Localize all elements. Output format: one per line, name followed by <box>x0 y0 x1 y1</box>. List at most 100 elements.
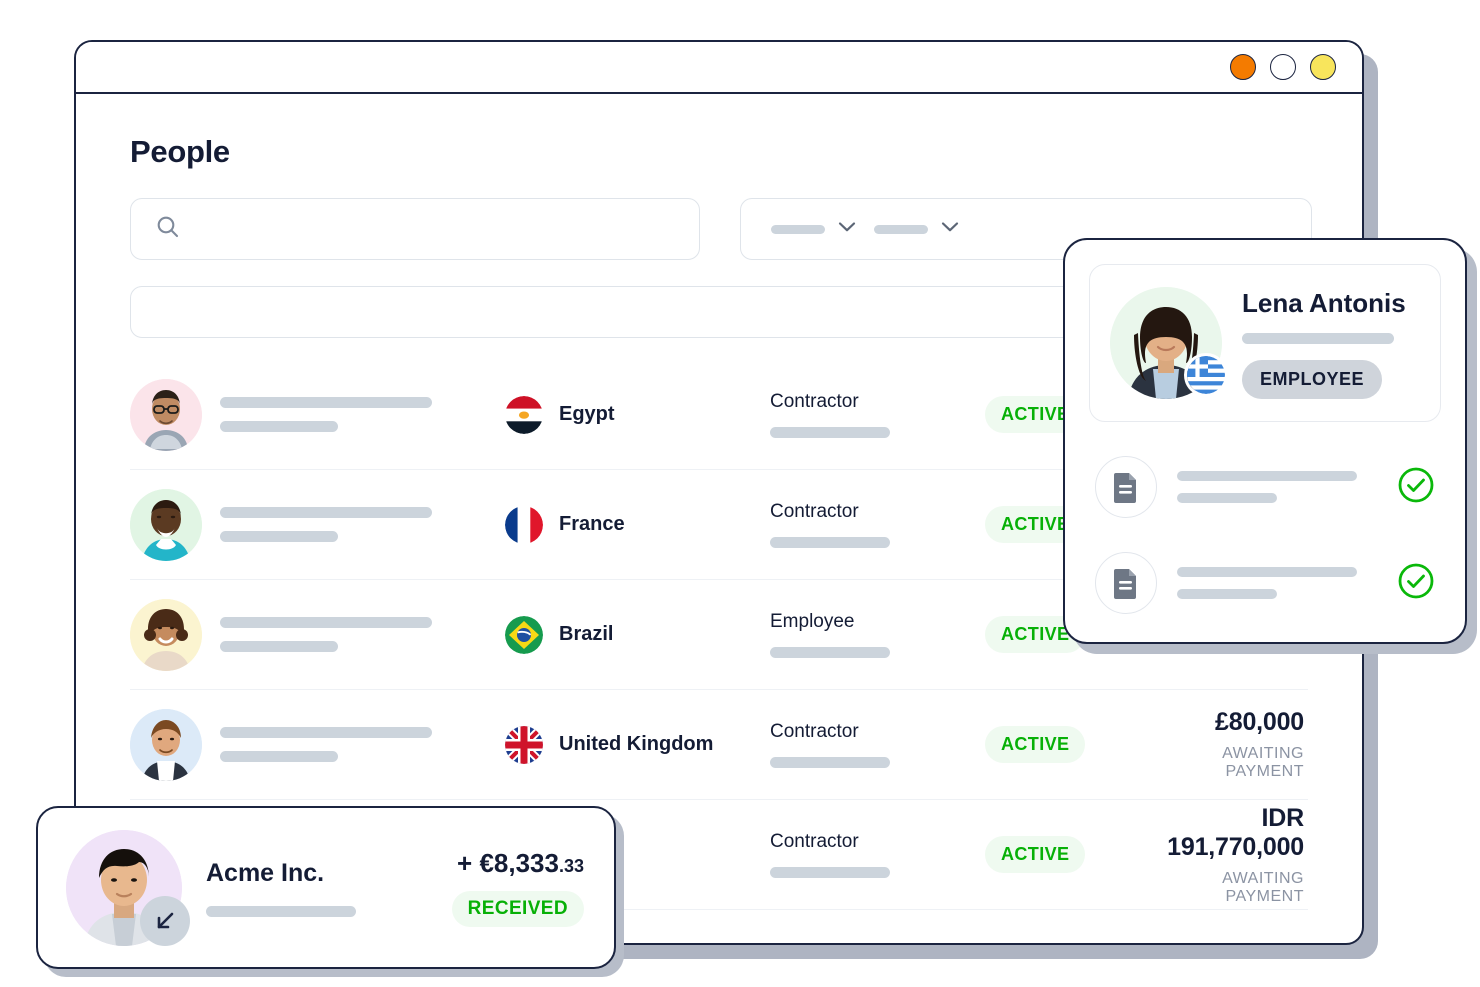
amount-value: £80,000 <box>1215 708 1304 736</box>
name-cell <box>220 507 505 542</box>
page-title: People <box>130 134 230 169</box>
table-row[interactable]: United Kingdom Contractor ACTIVE £80,000… <box>130 690 1308 800</box>
window-dot-white[interactable] <box>1270 54 1296 80</box>
avatar-cell <box>130 488 220 561</box>
document-icon <box>1095 456 1157 518</box>
name-placeholder-primary <box>220 397 432 408</box>
type-placeholder <box>770 427 890 438</box>
amount-cell: £80,000 AWAITING PAYMENT <box>1145 708 1308 781</box>
check-circle-icon <box>1397 562 1435 605</box>
filter-label-placeholder <box>771 224 825 234</box>
type-cell: Contractor <box>770 501 985 548</box>
worker-type-label: Employee <box>770 611 855 632</box>
avatar-cell <box>130 598 220 671</box>
country-cell: United Kingdom <box>505 725 770 764</box>
worker-type-label: Contractor <box>770 391 859 412</box>
country-label: United Kingdom <box>559 733 714 755</box>
search-icon <box>155 214 181 245</box>
document-row[interactable] <box>1089 456 1441 518</box>
payment-sender: Acme Inc. <box>206 859 428 917</box>
type-placeholder <box>770 537 890 548</box>
type-cell: Contractor <box>770 391 985 438</box>
document-subtitle-placeholder <box>1177 493 1277 503</box>
document-title-placeholder <box>1177 567 1357 577</box>
country-label: France <box>559 513 625 535</box>
type-placeholder <box>770 867 890 878</box>
employee-detail-card: Lena Antonis EMPLOYEE <box>1063 238 1467 644</box>
window-controls <box>1230 54 1336 80</box>
country-cell: France <box>505 505 770 544</box>
document-subtitle-placeholder <box>1177 589 1277 599</box>
search-input[interactable] <box>181 219 699 239</box>
type-cell: Employee <box>770 611 985 658</box>
name-placeholder-secondary <box>220 421 338 432</box>
payment-amount-cents: .33 <box>558 856 584 876</box>
payment-amount-block: + €8,333.33 RECEIVED <box>451 848 584 927</box>
avatar <box>130 488 202 561</box>
worker-type-label: Contractor <box>770 831 859 852</box>
avatar <box>130 378 202 451</box>
filter-dropdown-2[interactable] <box>874 220 959 238</box>
amount-value: IDR 191,770,000 <box>1167 803 1304 861</box>
filter-dropdown-1[interactable] <box>771 220 856 238</box>
avatar-with-arrow <box>66 829 190 946</box>
greece-flag-icon <box>1184 353 1228 397</box>
name-placeholder-primary <box>220 727 432 738</box>
type-cell: Contractor <box>770 831 985 878</box>
name-placeholder-primary <box>220 507 432 518</box>
avatar-cell <box>130 378 220 451</box>
screenshot-stage: People Egypt Contractor ACTIVE France Co… <box>0 0 1480 987</box>
avatar <box>130 708 202 781</box>
chevron-down-icon <box>941 220 959 238</box>
chevron-down-icon <box>838 220 856 238</box>
sender-subtitle-placeholder <box>206 905 356 917</box>
type-placeholder <box>770 757 890 768</box>
united-kingdom-flag-icon <box>505 725 543 764</box>
amount-cell: IDR 191,770,000 AWAITING PAYMENT <box>1145 804 1308 906</box>
worker-type-label: Contractor <box>770 501 859 522</box>
employee-name: Lena Antonis <box>1242 287 1406 318</box>
window-dot-orange[interactable] <box>1230 54 1256 80</box>
name-placeholder-secondary <box>220 751 338 762</box>
check-circle-icon <box>1397 466 1435 509</box>
amount-status-label: AWAITING PAYMENT <box>1222 745 1304 780</box>
arrow-down-left-icon <box>140 895 190 946</box>
document-placeholder-lines <box>1177 471 1377 503</box>
payment-amount: + €8,333.33 <box>452 848 584 879</box>
search-field[interactable] <box>130 198 700 260</box>
status-cell: ACTIVE <box>985 726 1145 763</box>
avatar-cell <box>130 708 220 781</box>
browser-titlebar <box>76 42 1362 94</box>
avatar-with-flag <box>1110 287 1228 399</box>
avatar <box>130 598 202 671</box>
amount-status-label: AWAITING PAYMENT <box>1222 869 1304 905</box>
document-row[interactable] <box>1089 552 1441 614</box>
status-cell: ACTIVE <box>985 836 1145 873</box>
payment-notification-card: Acme Inc. + €8,333.33 RECEIVED <box>36 806 616 969</box>
worker-type-label: Contractor <box>770 721 859 742</box>
country-label: Brazil <box>559 623 614 645</box>
brazil-flag-icon <box>505 615 543 654</box>
window-dot-yellow[interactable] <box>1310 54 1336 80</box>
france-flag-icon <box>505 505 543 544</box>
filter-label-placeholder <box>874 224 928 234</box>
name-cell <box>220 617 505 652</box>
status-badge: ACTIVE <box>985 726 1086 763</box>
payment-amount-main: + €8,333 <box>457 848 559 878</box>
document-title-placeholder <box>1177 471 1357 481</box>
employee-meta: Lena Antonis EMPLOYEE <box>1242 288 1420 399</box>
egypt-flag-icon <box>505 395 543 434</box>
type-cell: Contractor <box>770 721 985 768</box>
country-cell: Egypt <box>505 395 770 434</box>
employee-type-badge: EMPLOYEE <box>1242 359 1383 399</box>
employee-summary[interactable]: Lena Antonis EMPLOYEE <box>1089 264 1441 422</box>
name-cell <box>220 727 505 762</box>
name-placeholder-primary <box>220 617 432 628</box>
country-cell: Brazil <box>505 615 770 654</box>
sender-name: Acme Inc. <box>206 858 325 887</box>
document-placeholder-lines <box>1177 567 1377 599</box>
name-cell <box>220 397 505 432</box>
type-placeholder <box>770 647 890 658</box>
payment-status-badge: RECEIVED <box>451 891 584 927</box>
document-icon <box>1095 552 1157 614</box>
